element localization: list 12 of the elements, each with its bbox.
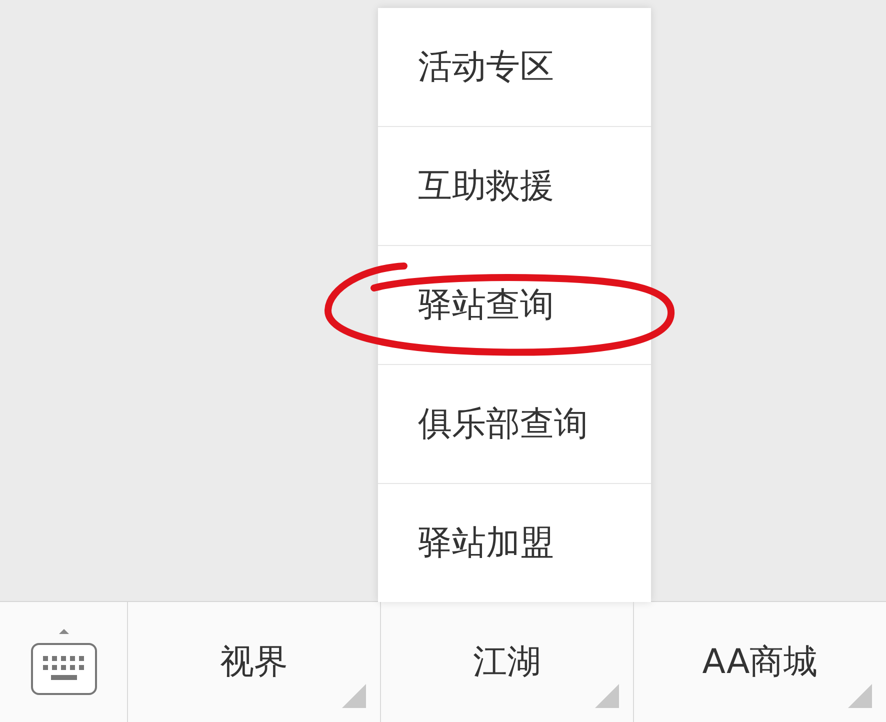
menu-tab[interactable]: 视界 (212, 639, 296, 685)
keyboard-icon (30, 626, 98, 698)
menu-tab[interactable]: AA商城 (694, 639, 826, 685)
submenu-indicator-icon (595, 684, 619, 708)
menu-item[interactable]: 驿站加盟 (418, 520, 554, 566)
menu-item[interactable]: 驿站查询 (418, 282, 554, 328)
menu-item[interactable]: 互助救援 (418, 163, 554, 209)
submenu-indicator-icon (848, 684, 872, 708)
menu-item[interactable]: 俱乐部查询 (418, 401, 588, 447)
menu-item[interactable]: 活动专区 (418, 44, 554, 90)
menu-tab[interactable]: 江湖 (465, 639, 549, 685)
submenu-indicator-icon (342, 684, 366, 708)
